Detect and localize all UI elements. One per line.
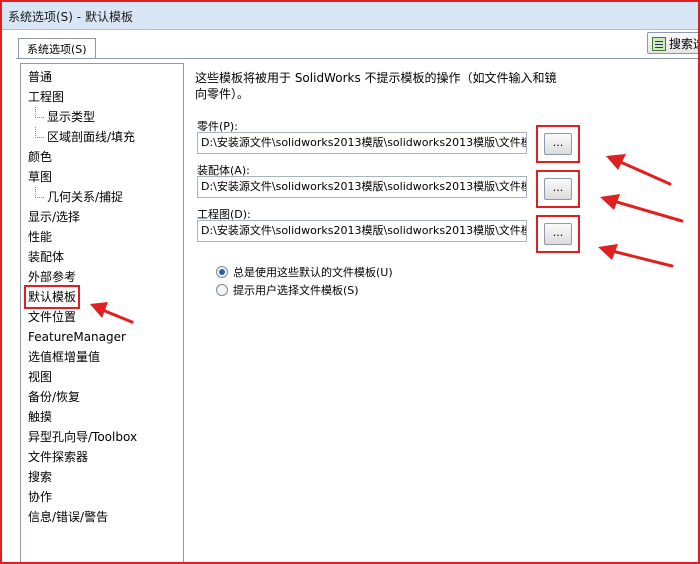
drawing-browse-button[interactable]: ... bbox=[544, 223, 572, 245]
nav-item[interactable]: 外部参考 bbox=[28, 267, 76, 287]
nav-item[interactable]: 几何关系/捕捉 bbox=[34, 187, 123, 207]
nav-item[interactable]: 触摸 bbox=[28, 407, 52, 427]
nav-item[interactable]: 选值框增量值 bbox=[28, 347, 100, 367]
nav-item[interactable]: 工程图 bbox=[28, 87, 64, 107]
part-browse-button[interactable]: ... bbox=[544, 133, 572, 155]
search-options-button[interactable]: 搜索选 bbox=[647, 32, 698, 54]
nav-item[interactable]: 备份/恢复 bbox=[28, 387, 80, 407]
tab-system-options[interactable]: 系统选项(S) bbox=[18, 38, 96, 58]
radio-button-unchecked[interactable] bbox=[216, 284, 228, 296]
description-line-2: 向零件）。 bbox=[195, 87, 250, 101]
radio-prompt-user[interactable]: 提示用户选择文件模板(S) bbox=[216, 283, 359, 299]
nav-item[interactable]: 区域剖面线/填充 bbox=[34, 127, 135, 147]
nav-item[interactable]: 草图 bbox=[28, 167, 52, 187]
nav-item[interactable]: 文件探索器 bbox=[28, 447, 88, 467]
nav-item[interactable]: FeatureManager bbox=[28, 327, 126, 347]
nav-item[interactable]: 视图 bbox=[28, 367, 52, 387]
part-template-input[interactable]: D:\安装源文件\solidworks2013模版\solidworks2013… bbox=[197, 132, 527, 154]
nav-item[interactable]: 性能 bbox=[28, 227, 52, 247]
assembly-browse-highlight: ... bbox=[536, 170, 580, 208]
nav-item[interactable]: 显示/选择 bbox=[28, 207, 80, 227]
arrow-drawing-head bbox=[598, 244, 618, 260]
nav-item[interactable]: 默认模板 bbox=[23, 285, 81, 309]
drawing-template-input[interactable]: D:\安装源文件\solidworks2013模版\solidworks2013… bbox=[197, 220, 527, 242]
radio-button-checked[interactable] bbox=[216, 266, 228, 278]
nav-item[interactable]: 信息/错误/警告 bbox=[28, 507, 108, 527]
nav-item[interactable]: 搜索 bbox=[28, 467, 52, 487]
arrow-part bbox=[614, 158, 672, 186]
part-browse-highlight: ... bbox=[536, 125, 580, 163]
nav-item[interactable]: 普通 bbox=[28, 67, 52, 87]
nav-item[interactable]: 文件位置 bbox=[28, 307, 76, 327]
nav-item[interactable]: 协作 bbox=[28, 487, 52, 507]
arrow-assembly bbox=[608, 198, 684, 223]
tab-panel-border bbox=[16, 58, 698, 59]
nav-item[interactable]: 装配体 bbox=[28, 247, 64, 267]
window-title: 系统选项(S) - 默认模板 bbox=[8, 10, 133, 24]
arrow-drawing bbox=[606, 248, 674, 268]
radio-always-label: 总是使用这些默认的文件模板(U) bbox=[233, 266, 393, 279]
assembly-template-input[interactable]: D:\安装源文件\solidworks2013模版\solidworks2013… bbox=[197, 176, 527, 198]
search-button-label: 搜索选 bbox=[669, 37, 698, 51]
nav-item[interactable]: 显示类型 bbox=[34, 107, 95, 127]
options-nav-tree[interactable]: 普通 工程图 显示类型 区域剖面线/填充 颜色 草图 几何关系/捕捉 显示/选择 性能 装配体 外部… bbox=[20, 63, 184, 562]
search-list-icon bbox=[652, 37, 666, 51]
options-dialog: 系统选项(S) - 默认模板 系统选项(S) 搜索选 普通工程图显示类型区域剖面… bbox=[0, 0, 700, 564]
arrow-assembly-head bbox=[600, 194, 620, 210]
arrow-part-head bbox=[606, 154, 626, 170]
assembly-browse-button[interactable]: ... bbox=[544, 178, 572, 200]
nav-item[interactable]: 异型孔向导/Toolbox bbox=[28, 427, 137, 447]
description-line-1: 这些模板将被用于 SolidWorks 不提示模板的操作（如文件输入和镜 bbox=[195, 71, 557, 85]
radio-always-use-defaults[interactable]: 总是使用这些默认的文件模板(U) bbox=[216, 265, 393, 281]
title-bar: 系统选项(S) - 默认模板 bbox=[2, 2, 698, 30]
radio-prompt-label: 提示用户选择文件模板(S) bbox=[233, 284, 359, 297]
nav-item[interactable]: 颜色 bbox=[28, 147, 52, 167]
drawing-browse-highlight: ... bbox=[536, 215, 580, 253]
description-text: 这些模板将被用于 SolidWorks 不提示模板的操作（如文件输入和镜 向零件… bbox=[195, 70, 565, 102]
